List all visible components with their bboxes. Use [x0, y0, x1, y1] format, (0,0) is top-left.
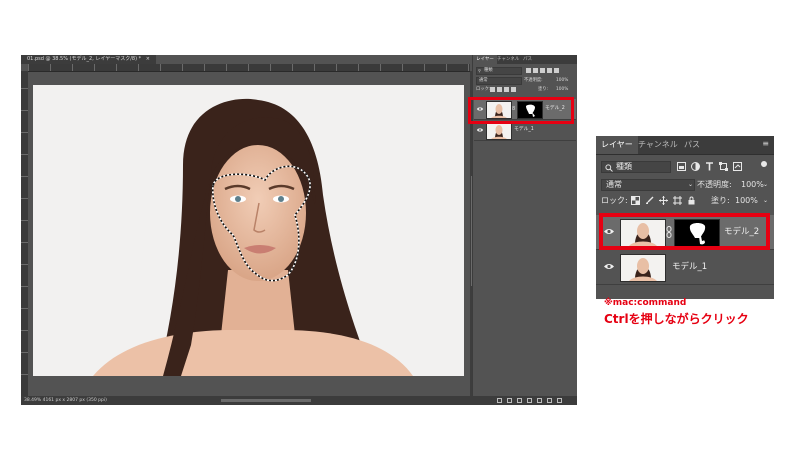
smart-filter-icon[interactable]: [733, 162, 742, 171]
artboard-lock-icon[interactable]: [673, 196, 682, 205]
tab-channels[interactable]: チャンネル: [638, 136, 678, 154]
fill-value[interactable]: 100%: [556, 86, 568, 93]
chevron-down-icon[interactable]: ⌄: [763, 178, 768, 192]
fill-value[interactable]: 100%: [735, 194, 758, 208]
kind-filter[interactable]: 種類: [601, 161, 671, 173]
filter-row: 種類: [601, 160, 769, 174]
document-canvas[interactable]: [33, 85, 464, 376]
lock-all-icon[interactable]: [511, 87, 516, 92]
tab-paths[interactable]: パス: [523, 55, 532, 64]
lock-icons: [490, 87, 518, 94]
blend-mode-select[interactable]: 通常 ⌄: [601, 179, 695, 191]
search-icon: ⚲: [478, 68, 481, 73]
type-filter-icon[interactable]: [705, 162, 714, 171]
layer-thumbnail[interactable]: [620, 254, 666, 282]
opacity-label: 不透明度:: [524, 78, 543, 83]
folder-icon[interactable]: [537, 398, 542, 403]
link-layers-icon[interactable]: [497, 398, 502, 403]
layer-name[interactable]: モデル_1: [672, 250, 707, 284]
fill-label: 塗り:: [711, 196, 730, 205]
adjustment-filter-icon[interactable]: [533, 68, 538, 73]
tab-layers[interactable]: レイヤー: [473, 55, 497, 64]
lock-transparent-icon[interactable]: [631, 196, 640, 205]
document-tab-title: 01.psd @ 38.5% (モデル_2, レイヤーマスク/8) *: [27, 56, 142, 62]
move-icon[interactable]: [659, 196, 668, 205]
blend-row: 通常 不透明度: 100%: [476, 77, 574, 85]
opacity-value[interactable]: 100%: [556, 77, 568, 84]
lock-transparent-icon[interactable]: [490, 87, 495, 92]
type-filter-icon[interactable]: [540, 68, 545, 73]
panel-footer: [473, 396, 577, 405]
lock-row: ロック: 塗り: 100%: [476, 86, 574, 93]
layer-row-model-1[interactable]: モデル_1: [596, 250, 774, 285]
trash-icon[interactable]: [557, 398, 562, 403]
shape-filter-icon[interactable]: [547, 68, 552, 73]
pixel-filter-icon[interactable]: [526, 68, 531, 73]
tab-layers[interactable]: レイヤー: [596, 136, 638, 154]
opacity-label: 不透明度:: [697, 180, 732, 189]
horizontal-scrollbar[interactable]: [221, 399, 311, 402]
kind-filter-label: 種類: [616, 162, 632, 171]
fill-label: 塗り:: [538, 87, 549, 92]
blend-mode-value: 通常: [606, 180, 622, 189]
vertical-ruler: [21, 71, 28, 397]
adjustment-icon[interactable]: [527, 398, 532, 403]
lock-row: ロック: 塗り: 100% ⌄: [601, 194, 769, 208]
status-bar: 38.49% 4161 px x 2807 px (350 ppi): [21, 396, 473, 405]
filter-row: ⚲ 種類: [476, 67, 574, 75]
document-tab[interactable]: 01.psd @ 38.5% (モデル_2, レイヤーマスク/8) * ×: [21, 55, 156, 64]
chevron-down-icon[interactable]: ⌄: [763, 194, 768, 208]
filter-toggle-icon[interactable]: [761, 161, 767, 167]
opacity-value[interactable]: 100%: [741, 178, 764, 192]
smart-filter-icon[interactable]: [554, 68, 559, 73]
pixel-filter-icon[interactable]: [677, 162, 686, 171]
lock-icon[interactable]: [687, 196, 696, 205]
eye-icon[interactable]: [604, 263, 614, 270]
tab-channels[interactable]: チャンネル: [497, 55, 519, 64]
lock-label: ロック:: [601, 196, 628, 205]
ctrl-click-instruction: Ctrlを押しながらクリック: [604, 312, 749, 326]
filter-icons: [526, 68, 561, 75]
search-icon: [605, 164, 613, 172]
blend-row: 通常 ⌄ 不透明度: 100% ⌄: [601, 178, 769, 192]
lock-label: ロック:: [476, 87, 491, 92]
tab-paths[interactable]: パス: [684, 136, 700, 154]
highlight-box-small: [468, 97, 574, 124]
brush-icon[interactable]: [645, 196, 654, 205]
lock-position-icon[interactable]: [504, 87, 509, 92]
chevron-down-icon: ⌄: [688, 181, 694, 188]
new-layer-icon[interactable]: [547, 398, 552, 403]
panel-menu-icon[interactable]: ≡: [762, 139, 769, 148]
blend-mode-select[interactable]: 通常: [476, 77, 522, 85]
kind-filter[interactable]: ⚲ 種類: [476, 67, 522, 75]
panel-tabs: レイヤー チャンネル パス: [473, 55, 577, 64]
adjustment-filter-icon[interactable]: [691, 162, 700, 171]
document-tab-close[interactable]: ×: [146, 56, 150, 62]
fx-icon[interactable]: [507, 398, 512, 403]
shape-filter-icon[interactable]: [719, 162, 728, 171]
horizontal-ruler: [28, 64, 470, 72]
lock-image-icon[interactable]: [497, 87, 502, 92]
mac-note: ※mac:command: [604, 298, 687, 308]
eye-icon[interactable]: [477, 128, 483, 132]
mask-icon[interactable]: [517, 398, 522, 403]
highlight-box-large: [599, 213, 770, 250]
status-text: 38.49% 4161 px x 2807 px (350 ppi): [24, 398, 107, 403]
portrait-image: [33, 85, 464, 376]
blend-mode-value: 通常: [479, 78, 488, 83]
panel-tabs: レイヤー チャンネル パス ≡: [596, 136, 774, 155]
kind-filter-label: 種類: [484, 68, 493, 73]
layer-thumbnail[interactable]: [486, 122, 512, 140]
